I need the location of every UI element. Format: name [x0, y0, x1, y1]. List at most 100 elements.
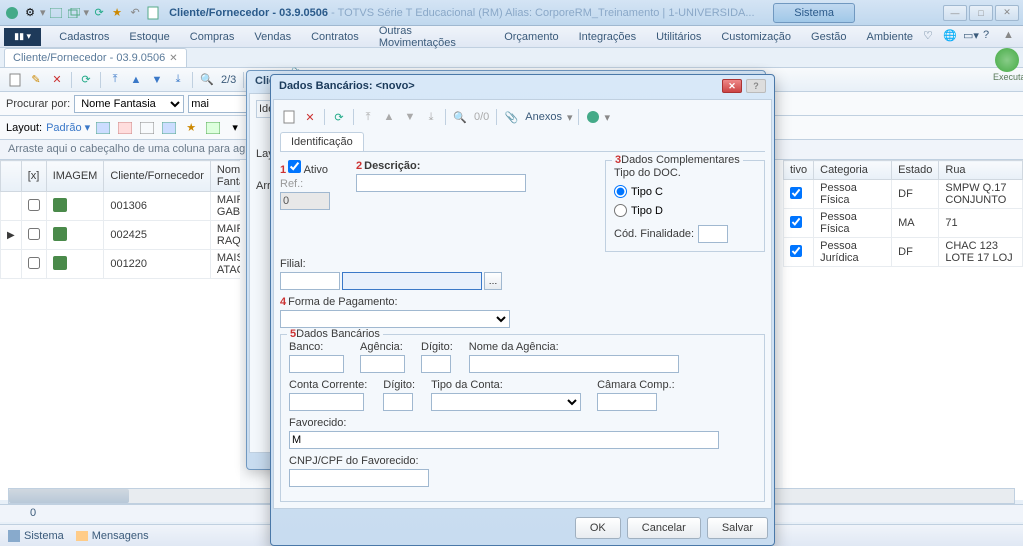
doc-icon[interactable]	[145, 5, 161, 21]
camara-input[interactable]	[597, 393, 657, 411]
globe-icon[interactable]: 🌐	[943, 29, 959, 45]
modal-refresh-icon[interactable]: ⟳	[330, 108, 348, 126]
new-icon[interactable]	[6, 71, 24, 89]
collapse-icon[interactable]: ▲	[1003, 29, 1019, 45]
menu-orcamento[interactable]: Orçamento	[494, 28, 568, 46]
menu-integracoes[interactable]: Integrações	[569, 28, 646, 46]
modal-anexos-icon[interactable]: 📎	[502, 108, 520, 126]
ativo-checkbox[interactable]	[790, 187, 802, 199]
col-rua[interactable]: Rua	[939, 161, 1023, 180]
layout-icon-4[interactable]	[160, 119, 178, 137]
nomeag-input[interactable]	[469, 355, 679, 373]
menu-compras[interactable]: Compras	[180, 28, 245, 46]
help-icon[interactable]: ?	[983, 29, 999, 45]
row-checkbox[interactable]	[28, 257, 40, 269]
icon-gear[interactable]: ⚙	[22, 5, 38, 21]
desc-input[interactable]	[356, 174, 526, 192]
col-cliente[interactable]: Cliente/Fornecedor	[104, 161, 211, 192]
agencia-input[interactable]	[360, 355, 405, 373]
cnpj-input[interactable]	[289, 469, 429, 487]
cancelar-button[interactable]: Cancelar	[627, 517, 701, 539]
filial-name-input[interactable]	[342, 272, 482, 290]
modal-tab-identificacao[interactable]: Identificação	[280, 132, 364, 151]
menu-utilitarios[interactable]: Utilitários	[646, 28, 711, 46]
ativo-checkbox[interactable]	[288, 160, 301, 173]
col-estado[interactable]: Estado	[892, 161, 939, 180]
col-check[interactable]: [x]	[21, 161, 46, 192]
table-row[interactable]: Pessoa JurídicaDFCHAC 123 LOTE 17 LOJ	[784, 238, 1023, 267]
col-categoria[interactable]: Categoria	[814, 161, 892, 180]
menu-contratos[interactable]: Contratos	[301, 28, 369, 46]
tipo-c-radio[interactable]	[614, 185, 627, 198]
bottom-sistema[interactable]: Sistema	[8, 530, 64, 542]
digito2-input[interactable]	[383, 393, 413, 411]
menu-estoque[interactable]: Estoque	[119, 28, 179, 46]
col-nome[interactable]: Nome Fantasia	[210, 161, 240, 192]
favorecido-input[interactable]	[289, 431, 719, 449]
modal-anexos-label[interactable]: Anexos	[525, 111, 562, 123]
close-button[interactable]: ✕	[995, 5, 1019, 21]
windows-icon[interactable]	[66, 5, 82, 21]
layout-icon[interactable]: ▭▾	[963, 29, 979, 45]
refresh-icon[interactable]: ⟳	[77, 71, 95, 89]
menu-customizacao[interactable]: Customização	[711, 28, 801, 46]
minimize-button[interactable]: —	[943, 5, 967, 21]
cc-input[interactable]	[289, 393, 364, 411]
modal-find-icon[interactable]: 🔍	[451, 108, 469, 126]
ativo-checkbox[interactable]	[790, 216, 802, 228]
modal-prev-icon[interactable]: ▲	[380, 108, 398, 126]
filial-code-input[interactable]	[280, 272, 340, 290]
search-input[interactable]	[188, 95, 248, 113]
table-row[interactable]: ▶002425MAIRA RAQUEL	[1, 221, 241, 250]
layout-icon-6[interactable]	[204, 119, 222, 137]
window-icon[interactable]	[48, 5, 64, 21]
menu-vendas[interactable]: Vendas	[244, 28, 301, 46]
modal-close-button[interactable]: ✕	[722, 79, 742, 93]
filial-lookup-button[interactable]: …	[484, 272, 502, 290]
find-icon[interactable]: 🔍	[198, 71, 216, 89]
layout-icon-5[interactable]: ★	[182, 119, 200, 137]
row-checkbox[interactable]	[28, 199, 40, 211]
menu-gestao[interactable]: Gestão	[801, 28, 856, 46]
layout-icon-7[interactable]: ▾	[226, 119, 244, 137]
col-ativo[interactable]: tivo	[784, 161, 814, 180]
layout-icon-3[interactable]	[138, 119, 156, 137]
tipo-d-radio[interactable]	[614, 204, 627, 217]
layout-icon-1[interactable]	[94, 119, 112, 137]
banco-input[interactable]	[289, 355, 344, 373]
modal-first-icon[interactable]: ⤒	[359, 108, 377, 126]
modal-delete-icon[interactable]: ✕	[301, 108, 319, 126]
last-icon[interactable]: ⤓	[169, 71, 187, 89]
back-icon[interactable]: ↶	[127, 5, 143, 21]
codfin-input[interactable]	[698, 225, 728, 243]
table-row[interactable]: Pessoa FísicaDFSMPW Q.17 CONJUNTO	[784, 180, 1023, 209]
prev-icon[interactable]: ▲	[127, 71, 145, 89]
row-checkbox[interactable]	[28, 228, 40, 240]
modal-new-icon[interactable]	[280, 108, 298, 126]
document-tab[interactable]: Cliente/Fornecedor - 03.9.0506 ✕	[4, 48, 187, 67]
menu-ambiente[interactable]: Ambiente	[857, 28, 923, 46]
table-row[interactable]: 001220MAIS ATACADIS	[1, 250, 241, 279]
star-icon[interactable]: ★	[109, 5, 125, 21]
ok-button[interactable]: OK	[575, 517, 621, 539]
digito-input[interactable]	[421, 355, 451, 373]
tipoconta-select[interactable]	[431, 393, 581, 411]
first-icon[interactable]: ⤒	[106, 71, 124, 89]
ativo-checkbox[interactable]	[790, 245, 802, 257]
tab-close-icon[interactable]: ✕	[169, 53, 177, 64]
salvar-button[interactable]: Salvar	[707, 517, 768, 539]
layout-icon-2[interactable]	[116, 119, 134, 137]
table-row[interactable]: Pessoa FísicaMA71	[784, 209, 1023, 238]
next-icon[interactable]: ▼	[148, 71, 166, 89]
table-row[interactable]: 001306MAIRA GABRIEL	[1, 192, 241, 221]
delete-icon[interactable]: ✕	[48, 71, 66, 89]
maximize-button[interactable]: □	[969, 5, 993, 21]
menu-start[interactable]: ▮▮ ▾	[4, 28, 41, 46]
heart-icon[interactable]: ♡	[923, 29, 939, 45]
modal-help-button[interactable]: ?	[746, 79, 766, 93]
modal-next-icon[interactable]: ▼	[401, 108, 419, 126]
menu-cadastros[interactable]: Cadastros	[49, 28, 119, 46]
modal-globe-icon[interactable]	[584, 108, 602, 126]
edit-icon[interactable]: ✎	[27, 71, 45, 89]
app-icon[interactable]	[4, 5, 20, 21]
